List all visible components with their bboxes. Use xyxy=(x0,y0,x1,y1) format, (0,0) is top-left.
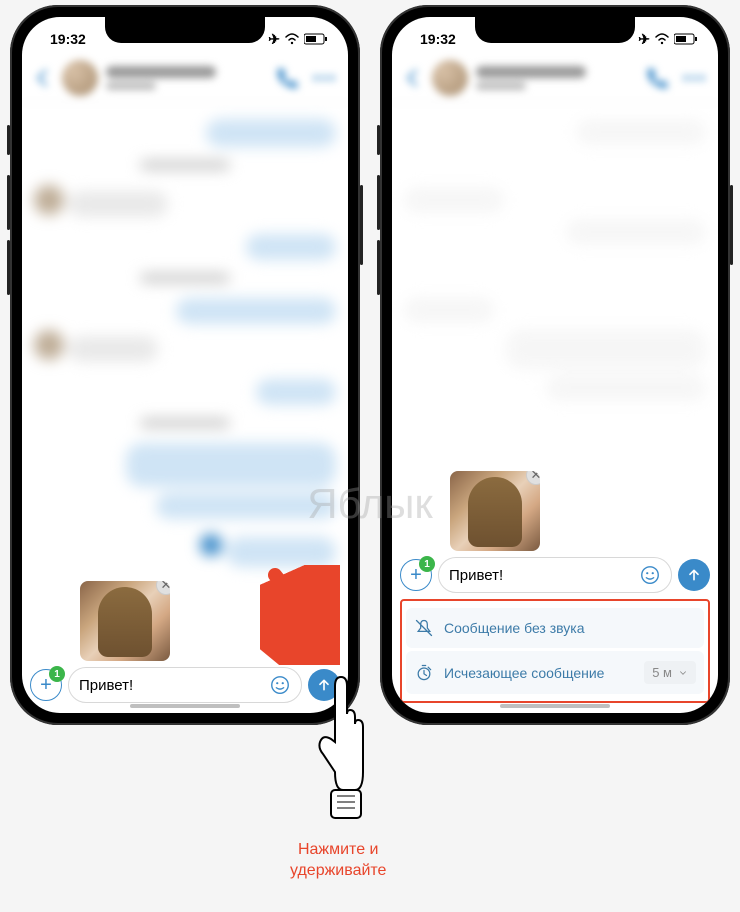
attachment-badge: 1 xyxy=(419,556,435,572)
notch xyxy=(105,17,265,43)
attachment-badge: 1 xyxy=(49,666,65,682)
chat-header xyxy=(22,53,348,103)
send-options-panel: Сообщение без звука Исчезающее сообщение… xyxy=(400,599,710,703)
timer-selector[interactable]: 5 м xyxy=(644,661,696,684)
message-input[interactable]: Привет! xyxy=(68,667,302,703)
attach-button[interactable]: + 1 xyxy=(30,669,62,701)
send-arrow-icon xyxy=(686,567,702,583)
timer-value: 5 м xyxy=(652,665,672,680)
chevron-down-icon xyxy=(678,668,688,678)
status-time: 19:32 xyxy=(420,31,456,47)
attach-button[interactable]: + 1 xyxy=(400,559,432,591)
airplane-icon: ✈ xyxy=(268,31,280,48)
contact-name[interactable] xyxy=(476,66,636,90)
battery-icon xyxy=(304,33,328,45)
call-icon[interactable] xyxy=(644,64,672,92)
home-indicator xyxy=(130,704,240,708)
send-button[interactable] xyxy=(678,559,710,591)
wifi-icon xyxy=(284,33,300,45)
instruction-text: Нажмите и удерживайте xyxy=(290,840,386,882)
chat-messages-blurred xyxy=(22,103,348,583)
more-icon[interactable] xyxy=(310,64,338,92)
airplane-icon: ✈ xyxy=(638,31,650,48)
option-silent-message[interactable]: Сообщение без звука xyxy=(406,608,704,648)
call-icon[interactable] xyxy=(274,64,302,92)
attachment-preview[interactable]: ✕ xyxy=(450,471,540,551)
emoji-icon[interactable] xyxy=(639,564,661,586)
option-silent-label: Сообщение без звука xyxy=(444,620,585,636)
message-text: Привет! xyxy=(449,567,503,584)
avatar[interactable] xyxy=(432,60,468,96)
timer-icon xyxy=(414,663,434,683)
finger-pointer-icon xyxy=(313,672,373,822)
chat-messages-blurred xyxy=(392,103,718,417)
option-disappearing-message[interactable]: Исчезающее сообщение 5 м xyxy=(406,651,704,694)
instruction-arrow xyxy=(260,565,340,665)
composer-area: ✕ + 1 Привет! xyxy=(400,471,710,593)
chat-header xyxy=(392,53,718,103)
status-time: 19:32 xyxy=(50,31,86,47)
remove-attachment-icon[interactable]: ✕ xyxy=(526,471,540,485)
attachment-preview[interactable]: ✕ xyxy=(80,581,170,661)
notch xyxy=(475,17,635,43)
remove-attachment-icon[interactable]: ✕ xyxy=(156,581,170,595)
mute-icon xyxy=(414,618,434,638)
message-input[interactable]: Привет! xyxy=(438,557,672,593)
phone-mockup-right: 19:32 ✈ xyxy=(380,5,730,725)
emoji-icon[interactable] xyxy=(269,674,291,696)
wifi-icon xyxy=(654,33,670,45)
back-icon[interactable] xyxy=(402,67,424,89)
option-disappearing-label: Исчезающее сообщение xyxy=(444,665,604,681)
home-indicator xyxy=(500,704,610,708)
contact-name[interactable] xyxy=(106,66,266,90)
message-text: Привет! xyxy=(79,677,133,694)
more-icon[interactable] xyxy=(680,64,708,92)
back-icon[interactable] xyxy=(32,67,54,89)
battery-icon xyxy=(674,33,698,45)
avatar[interactable] xyxy=(62,60,98,96)
